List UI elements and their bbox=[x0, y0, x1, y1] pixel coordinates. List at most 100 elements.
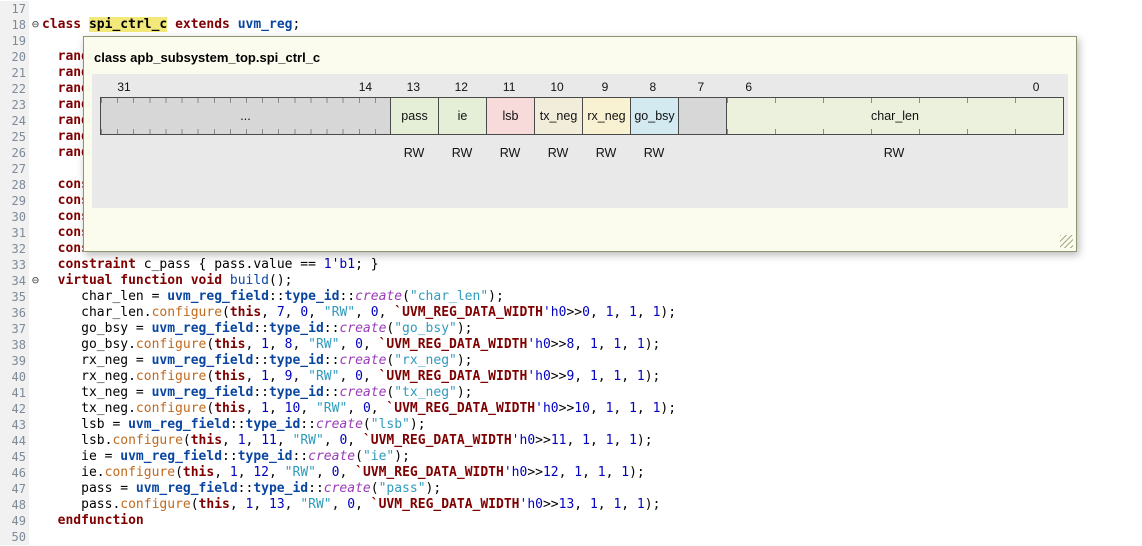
code-line[interactable]: 40 rx_neg.configure(this, 1, 9, "RW", 0,… bbox=[0, 369, 1142, 385]
code-line[interactable]: 36 char_len.configure(this, 7, 0, "RW", … bbox=[0, 305, 1142, 321]
bit-number-label: 31 14 bbox=[117, 80, 373, 94]
register-field-cell[interactable] bbox=[679, 98, 727, 134]
access-label: RW bbox=[547, 146, 569, 160]
code-text: rand bbox=[57, 65, 89, 80]
field-name-label: ... bbox=[240, 109, 251, 123]
fold-gutter bbox=[29, 305, 42, 321]
access-label: RW bbox=[643, 146, 665, 160]
code-line[interactable]: 43 lsb = uvm_reg_field::type_id::create(… bbox=[0, 417, 1142, 433]
code-text: rand bbox=[57, 97, 89, 112]
code-line[interactable]: 42 tx_neg.configure(this, 1, 10, "RW", 0… bbox=[0, 401, 1142, 417]
fold-toggle-icon[interactable]: ⊖ bbox=[29, 273, 42, 289]
code-text: rx_neg.configure(this, 1, 9, "RW", 0, `U… bbox=[42, 369, 661, 384]
bit-number-label: 11 bbox=[502, 80, 516, 94]
register-field-tx_neg[interactable]: tx_neg bbox=[535, 98, 583, 134]
code-text: go_bsy = uvm_reg_field::type_id::create(… bbox=[42, 321, 473, 336]
fold-gutter bbox=[29, 81, 42, 97]
code-text: constraint c_pass { pass.value == 1'b1; … bbox=[57, 257, 379, 272]
bit-number-label: 9 bbox=[601, 80, 609, 94]
bit-number-label: 13 bbox=[406, 80, 421, 94]
code-text: char_len.configure(this, 7, 0, "RW", 0, … bbox=[42, 305, 677, 320]
fold-gutter bbox=[29, 529, 42, 545]
code-text: rand bbox=[57, 49, 89, 64]
code-text: endfunction bbox=[57, 513, 144, 528]
access-label bbox=[678, 146, 726, 160]
register-field-pass[interactable]: pass bbox=[391, 98, 439, 134]
code-line[interactable]: 34 ⊖ virtual function void build(); bbox=[0, 273, 1142, 289]
fold-gutter bbox=[29, 177, 42, 193]
fold-gutter bbox=[29, 129, 42, 145]
fold-gutter bbox=[29, 337, 42, 353]
register-field-lsb[interactable]: lsb bbox=[487, 98, 535, 134]
fold-gutter bbox=[29, 49, 42, 65]
code-text: go_bsy.configure(this, 1, 8, "RW", 0, `U… bbox=[42, 337, 661, 352]
code-editor: 17 18 ⊖ class spi_ctrl_c extends uvm_reg; 19… bbox=[0, 0, 1142, 546]
register-field-char_len[interactable]: char_len bbox=[727, 98, 1063, 134]
line-number: 34 bbox=[0, 273, 29, 289]
line-number: 32 bbox=[0, 241, 29, 257]
code-text: tx_neg.configure(this, 1, 10, "RW", 0, `… bbox=[42, 401, 677, 416]
code-line[interactable]: 35 char_len = uvm_reg_field::type_id::cr… bbox=[0, 289, 1142, 305]
line-number: 36 bbox=[0, 305, 29, 321]
access-row: RW RW RW RW RW RW RW bbox=[100, 146, 1060, 160]
code-line[interactable]: 44 lsb.configure(this, 1, 11, "RW", 0, `… bbox=[0, 433, 1142, 449]
fold-gutter bbox=[29, 209, 42, 225]
access-label: RW bbox=[883, 146, 905, 160]
fold-gutter bbox=[29, 65, 42, 81]
line-number: 22 bbox=[0, 81, 29, 97]
line-number: 26 bbox=[0, 145, 29, 161]
bit-tick-marks bbox=[727, 129, 1063, 134]
fold-toggle-icon[interactable]: ⊖ bbox=[29, 17, 42, 33]
fold-gutter bbox=[29, 161, 42, 177]
resize-grip-icon[interactable] bbox=[1060, 235, 1073, 248]
code-line[interactable]: 18 ⊖ class spi_ctrl_c extends uvm_reg; bbox=[0, 17, 1142, 33]
access-label: RW bbox=[499, 146, 521, 160]
code-line[interactable]: 50 bbox=[0, 529, 1142, 545]
code-line[interactable]: 33 constraint c_pass { pass.value == 1'b… bbox=[0, 257, 1142, 273]
code-line[interactable]: 17 bbox=[0, 1, 1142, 17]
register-field-ie[interactable]: ie bbox=[439, 98, 487, 134]
fold-gutter bbox=[29, 1, 42, 17]
fold-gutter bbox=[29, 353, 42, 369]
code-line[interactable]: 48 pass.configure(this, 1, 13, "RW", 0, … bbox=[0, 497, 1142, 513]
register-field-rx_neg[interactable]: rx_neg bbox=[583, 98, 631, 134]
code-line[interactable]: 46 ie.configure(this, 1, 12, "RW", 0, `U… bbox=[0, 465, 1142, 481]
bit-number-label: 7 bbox=[697, 80, 705, 94]
bit-tick-marks bbox=[101, 98, 390, 103]
line-number: 19 bbox=[0, 33, 29, 49]
fold-gutter bbox=[29, 145, 42, 161]
code-text: rand bbox=[57, 145, 89, 160]
code-line[interactable]: 45 ie = uvm_reg_field::type_id::create("… bbox=[0, 449, 1142, 465]
code-line[interactable]: 39 rx_neg = uvm_reg_field::type_id::crea… bbox=[0, 353, 1142, 369]
fold-gutter bbox=[29, 33, 42, 49]
code-text: rand bbox=[57, 129, 89, 144]
code-text: tx_neg = uvm_reg_field::type_id::create(… bbox=[42, 385, 473, 400]
code-line[interactable]: 37 go_bsy = uvm_reg_field::type_id::crea… bbox=[0, 321, 1142, 337]
code-line[interactable]: 47 pass = uvm_reg_field::type_id::create… bbox=[0, 481, 1142, 497]
line-number: 20 bbox=[0, 49, 29, 65]
line-number: 21 bbox=[0, 65, 29, 81]
line-number: 18 bbox=[0, 17, 29, 33]
fold-gutter bbox=[29, 97, 42, 113]
code-line[interactable]: 49 endfunction bbox=[0, 513, 1142, 529]
register-field-cell[interactable]: ... bbox=[101, 98, 391, 134]
register-diagram: 31 14 13 12 11 10 9 8 7 6 0 ... pass ie lsb tx_neg rx_n… bbox=[92, 74, 1068, 208]
field-name-label: ie bbox=[457, 109, 468, 123]
bit-tick-marks bbox=[727, 98, 1063, 103]
line-number: 31 bbox=[0, 225, 29, 241]
access-label: RW bbox=[451, 146, 473, 160]
code-line[interactable]: 41 tx_neg = uvm_reg_field::type_id::crea… bbox=[0, 385, 1142, 401]
register-field-go_bsy[interactable]: go_bsy bbox=[631, 98, 679, 134]
fold-gutter bbox=[29, 369, 42, 385]
fold-gutter bbox=[29, 449, 42, 465]
field-cells-row: ... pass ie lsb tx_neg rx_neg go_bsy char_len bbox=[100, 97, 1064, 135]
line-number: 45 bbox=[0, 449, 29, 465]
fold-gutter bbox=[29, 113, 42, 129]
field-name-label: char_len bbox=[871, 109, 919, 123]
code-text: char_len = uvm_reg_field::type_id::creat… bbox=[42, 289, 504, 304]
line-number: 33 bbox=[0, 257, 29, 273]
fold-gutter bbox=[29, 193, 42, 209]
code-line[interactable]: 38 go_bsy.configure(this, 1, 8, "RW", 0,… bbox=[0, 337, 1142, 353]
code-text: rand bbox=[57, 81, 89, 96]
line-number: 48 bbox=[0, 497, 29, 513]
